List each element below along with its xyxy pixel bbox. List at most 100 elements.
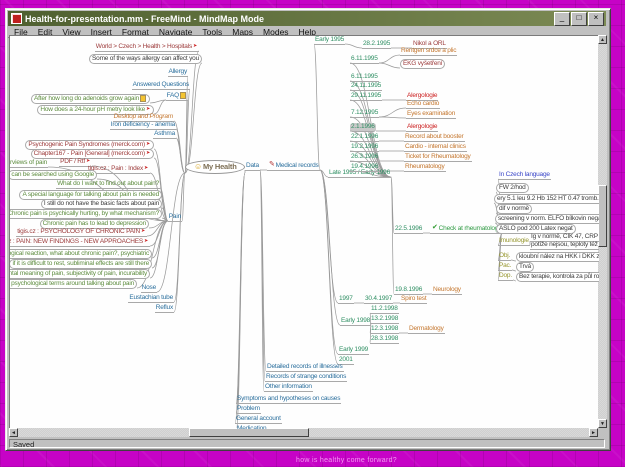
mindmap-node-faq[interactable]: FAQ <box>166 92 188 101</box>
mindmap-node-objv[interactable]: kloubní nález na HKK i DKK zcela v normě <box>516 252 600 262</box>
mindmap-node-reflux[interactable]: Reflux <box>155 304 174 313</box>
mindmap-node-booster[interactable]: Record about booster <box>404 133 465 142</box>
mindmap-node-g1998[interactable]: Early 1998 <box>340 317 371 326</box>
mindmap-node-chr1[interactable]: Chronic pain is psychically hurting, by … <box>9 209 162 219</box>
mindmap-node-adeno[interactable]: After how long do adenoids grow again <box>31 94 150 104</box>
mindmap-node-cardio[interactable]: Cardio - internal clinics <box>404 143 467 152</box>
mindmap-node-d980328[interactable]: 28.3.1998 <box>370 335 399 344</box>
mindmap-node-rheum[interactable]: Rheumatology <box>404 163 446 172</box>
node-label: kloubní nález na HKK i DKK zcela v normě <box>519 253 600 260</box>
mindmap-node-ery[interactable]: ery 5.1 leu 9.2 Hb 152 HT 0.47 tromb. 17… <box>494 194 600 204</box>
mindmap-node-tig2[interactable]: tigis.cz : PAIN: NEW FINDINGS - NEW APPR… <box>9 238 150 247</box>
mindmap-node-rentgen[interactable]: Rentgen srdce a plic <box>400 47 457 56</box>
mindmap-node-neuro[interactable]: Neurology <box>432 286 462 295</box>
mindmap-node-d970430[interactable]: 30.4.1997 <box>364 295 393 304</box>
scroll-right-icon[interactable]: ► <box>589 428 598 437</box>
mindmap-node-det1[interactable]: Detailed records of illnesses <box>266 363 344 372</box>
mindmap-node-check[interactable]: ✔Check at rheumatology <box>430 225 502 234</box>
mindmap-node-derma[interactable]: Dermatology <box>408 325 445 334</box>
mindmap-node-sympt[interactable]: Symptoms and hypotheses on causes <box>236 395 341 404</box>
title-bar[interactable]: Health-for-presentation.mm - FreeMind - … <box>8 11 606 26</box>
node-label: 26.3.1996 <box>351 153 378 160</box>
node-label: 6.11.1995 <box>351 55 378 62</box>
mindmap-node-d960522[interactable]: 22.5.1996 <box>394 225 423 234</box>
vscroll-thumb[interactable] <box>598 185 607 247</box>
mindmap-node-nose[interactable]: Nose <box>141 284 157 293</box>
mindmap-node-dif[interactable]: dif v normě <box>496 204 532 214</box>
mindmap-node-alerg2[interactable]: Alergologie <box>406 123 438 132</box>
mindmap-node-d951106a[interactable]: 6.11.1995 <box>350 55 379 64</box>
mindmap-node-echo[interactable]: Echo cardio <box>406 100 440 109</box>
mindmap-node-det2[interactable]: Records of strange conditions <box>265 373 347 382</box>
mindmap-node-d980312[interactable]: 12.3.1998 <box>370 325 399 334</box>
mindmap-node-root[interactable]: ☺My Health <box>185 160 245 174</box>
mindmap-node-parent[interactable]: parental meaning of pain, subjectivity o… <box>9 269 150 279</box>
mindmap-node-d960419[interactable]: 19.4.1996 <box>350 163 379 172</box>
mindmap-node-fw[interactable]: FW 2/hod <box>496 183 529 193</box>
mindmap-node-world[interactable]: World > Czech > Health > Hospitals➤ <box>95 43 199 52</box>
mindmap-node-ticket[interactable]: Ticket for Rheumatology <box>404 153 472 162</box>
vertical-scrollbar[interactable]: ▲ ▼ <box>598 35 607 428</box>
mindmap-node-pain[interactable]: Pain <box>168 213 182 222</box>
mindmap-node-asthma[interactable]: Asthma <box>153 130 176 139</box>
mindmap-node-d951124[interactable]: 24.11.1995 <box>350 82 382 91</box>
mindmap-node-dopv[interactable]: Bez terapie, kontrola za půl roku s vyš. <box>516 272 600 282</box>
mindmap-node-psyr[interactable]: psychological reaction, what about chron… <box>9 249 152 259</box>
mindmap-node-czech[interactable]: In Czech language <box>498 171 551 180</box>
maximize-button[interactable]: □ <box>571 12 587 26</box>
mindmap-node-subl[interactable]: if it is difficult to rest, subliminal e… <box>9 259 152 269</box>
mindmap-canvas[interactable]: ☺My HealthData ✎Medical records Early 1995… <box>9 35 600 430</box>
mindmap-node-spiro[interactable]: Spiro test <box>400 295 427 304</box>
mindmap-node-iron[interactable]: Iron deficiency - anemia <box>110 121 176 130</box>
mindmap-node-imv2[interactable]: potíže nejsou, teploty též ne <box>530 241 600 250</box>
mindmap-node-d960102[interactable]: 2.1.1996 <box>350 123 376 132</box>
node-label: FAQ <box>167 92 179 99</box>
mindmap-node-d951129[interactable]: 29.11.1995 <box>350 92 382 101</box>
mindmap-node-overv[interactable]: Overviews of pain <box>9 159 48 168</box>
mindmap-node-allerg[interactable]: Allergy <box>168 68 188 77</box>
mindmap-node-d951207[interactable]: 7.12.1995 <box>350 109 379 118</box>
mindmap-node-myterm[interactable]: My psychological terms around talking ab… <box>9 279 137 289</box>
mindmap-node-prob[interactable]: Problem <box>236 405 261 414</box>
mindmap-node-ekg[interactable]: EKG vyšetření <box>400 59 445 69</box>
mindmap-node-data[interactable]: Data <box>245 162 260 171</box>
mindmap-node-eustach[interactable]: Eustachian tube <box>128 294 174 303</box>
hscroll-thumb[interactable] <box>189 428 309 437</box>
mindmap-node-ways[interactable]: Some of the ways allergy can affect you <box>89 54 202 64</box>
mindmap-node-d980213[interactable]: 13.2.1998 <box>370 315 399 324</box>
mindmap-node-d980211[interactable]: 11.2.1998 <box>370 305 399 314</box>
node-label: Answered Questions <box>133 81 189 88</box>
reddot-icon: ➤ <box>146 150 150 156</box>
mindmap-node-d960819[interactable]: 19.8.1996 <box>394 286 423 295</box>
horizontal-scrollbar[interactable]: ◄ ► <box>9 428 598 437</box>
mindmap-node-google[interactable]: can be searched using Google <box>9 170 97 180</box>
mindmap-node-whatp[interactable]: What do I want to find out about pain? <box>56 180 160 189</box>
mindmap-node-imuno[interactable]: Imunologie <box>498 237 530 246</box>
mindmap-node-g1995[interactable]: Early 1995 <box>314 36 345 45</box>
mindmap-node-d960219[interactable]: 19.2.1996 <box>350 143 379 152</box>
scroll-up-icon[interactable]: ▲ <box>598 35 607 44</box>
close-button[interactable]: × <box>588 12 604 26</box>
mindmap-node-facts[interactable]: I still do not have the basic facts abou… <box>41 199 162 209</box>
mindmap-node-pac[interactable]: Pac. <box>498 262 512 271</box>
mindmap-node-screen[interactable]: screening v norm. ELFO bílkovin negat <box>495 214 600 224</box>
mindmap-node-g1999[interactable]: Early 1999 <box>338 346 369 355</box>
mindmap-node-obj[interactable]: Obj. <box>498 252 511 261</box>
mindmap-node-merck2[interactable]: Chapter167 - Pain [General] (merck.com)➤ <box>31 149 154 159</box>
mindmap-node-d960326[interactable]: 26.3.1996 <box>350 153 379 162</box>
mindmap-node-d950228[interactable]: 28.2.1995 <box>362 40 391 49</box>
mindmap-node-dop[interactable]: Dop. <box>498 272 513 281</box>
mindmap-node-d960122[interactable]: 22.1.1996 <box>350 133 379 142</box>
scroll-left-icon[interactable]: ◄ <box>9 428 18 437</box>
minimize-button[interactable]: _ <box>554 12 570 26</box>
mindmap-node-g1997[interactable]: 1997 <box>338 295 354 304</box>
mindmap-node-medrec[interactable]: ✎Medical records <box>267 162 320 171</box>
mindmap-node-eyes[interactable]: Eyes examination <box>406 110 456 119</box>
mindmap-node-det3[interactable]: Other information <box>264 383 313 392</box>
mindmap-node-tig1[interactable]: tigis.cz : PSYCHOLOGY OF CHRONIC PAIN➤ <box>16 228 147 237</box>
mindmap-node-d951106b[interactable]: 6.11.1995 <box>350 73 379 82</box>
mindmap-node-answq[interactable]: Answered Questions <box>132 81 190 90</box>
mindmap-node-pacv[interactable]: Trvá <box>516 262 534 272</box>
scroll-down-icon[interactable]: ▼ <box>598 419 607 428</box>
mindmap-node-gacc[interactable]: General account <box>235 415 282 424</box>
